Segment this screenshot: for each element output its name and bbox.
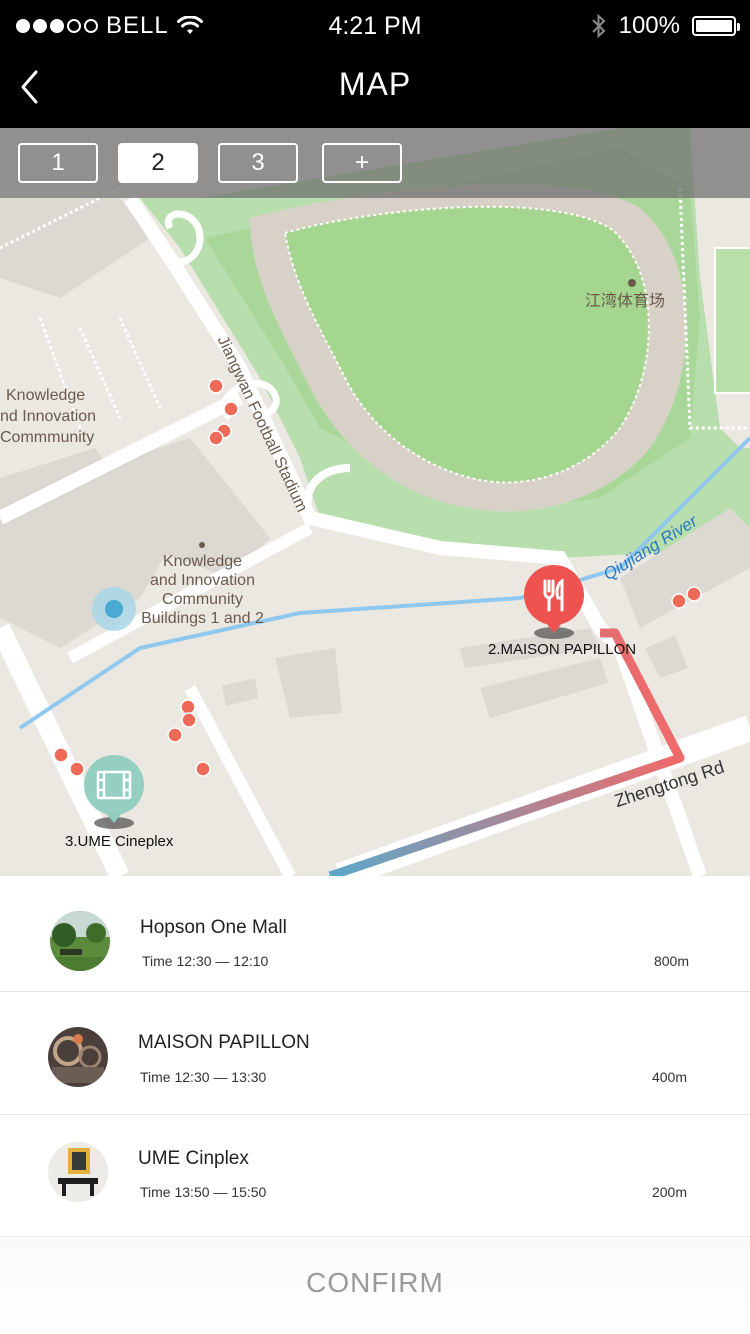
map-label-knowledge-left-2: nd Innovation (0, 408, 97, 425)
tab-day-1[interactable]: 1 (18, 143, 98, 183)
tab-day-2[interactable]: 2 (118, 143, 198, 183)
place-photo (48, 1027, 108, 1087)
place-time: Time 12:30 — 12:10 (142, 953, 269, 969)
page-title: MAP (338, 66, 412, 102)
map-label-knowledge-center-3: Community (162, 591, 243, 608)
place-photo (50, 911, 110, 971)
battery-percent: 100% (618, 12, 680, 39)
map-label-knowledge-center-1: Knowledge (162, 553, 243, 570)
map-label-knowledge-left-3: Commmunity (0, 429, 95, 446)
tab-day-3[interactable]: 3 (218, 143, 298, 183)
map-label-knowledge-center-4: Buildings 1 and 2 (141, 610, 264, 627)
itinerary-list: Hopson One Mall Time 12:30 — 12:10 800m … (0, 876, 750, 1236)
status-bar: BELL 4:21 PM 100% (0, 0, 750, 54)
bluetooth-icon (591, 13, 606, 39)
poi-label-cinema[interactable]: 3.UME Cineplex (65, 833, 173, 850)
place-photo (48, 1142, 108, 1202)
place-time: Time 13:50 — 15:50 (140, 1184, 267, 1200)
map-canvas (0, 128, 750, 876)
map-label-stadium-cn: 江湾体育场 (585, 293, 666, 310)
map-screen: BELL 4:21 PM 100% MAP Jiangwan Football … (0, 0, 750, 1334)
place-distance: 200m (651, 1184, 687, 1200)
place-name: MAISON PAPILLON (138, 1032, 310, 1053)
place-distance: 400m (651, 1069, 687, 1085)
list-item[interactable]: UME Cinplex Time 13:50 — 15:50 200m (0, 1115, 750, 1230)
place-name: Hopson One Mall (140, 917, 287, 938)
place-time: Time 12:30 — 13:30 (140, 1069, 267, 1085)
add-day-button[interactable]: + (322, 143, 402, 183)
battery-icon (692, 16, 740, 36)
map-label-knowledge-center-2: and Innovation (150, 572, 255, 589)
place-distance: 800m (653, 953, 689, 969)
confirm-bar: CONFIRM (0, 1236, 750, 1334)
confirm-button[interactable]: CONFIRM (0, 1267, 750, 1299)
list-item[interactable]: MAISON PAPILLON Time 12:30 — 13:30 400m (0, 999, 750, 1115)
navigation-bar: MAP (0, 54, 750, 128)
day-tabs: 1 2 3 + (0, 128, 750, 198)
place-name: UME Cinplex (138, 1148, 249, 1169)
poi-label-restaurant[interactable]: 2.MAISON PAPILLON (488, 641, 636, 658)
list-item[interactable]: Hopson One Mall Time 12:30 — 12:10 800m (0, 876, 750, 992)
status-right: 100% (591, 12, 740, 40)
map-view[interactable]: Jiangwan Football Stadium 江湾体育场 Knowledg… (0, 128, 750, 876)
map-label-knowledge-left-1: Knowledge (6, 387, 86, 404)
